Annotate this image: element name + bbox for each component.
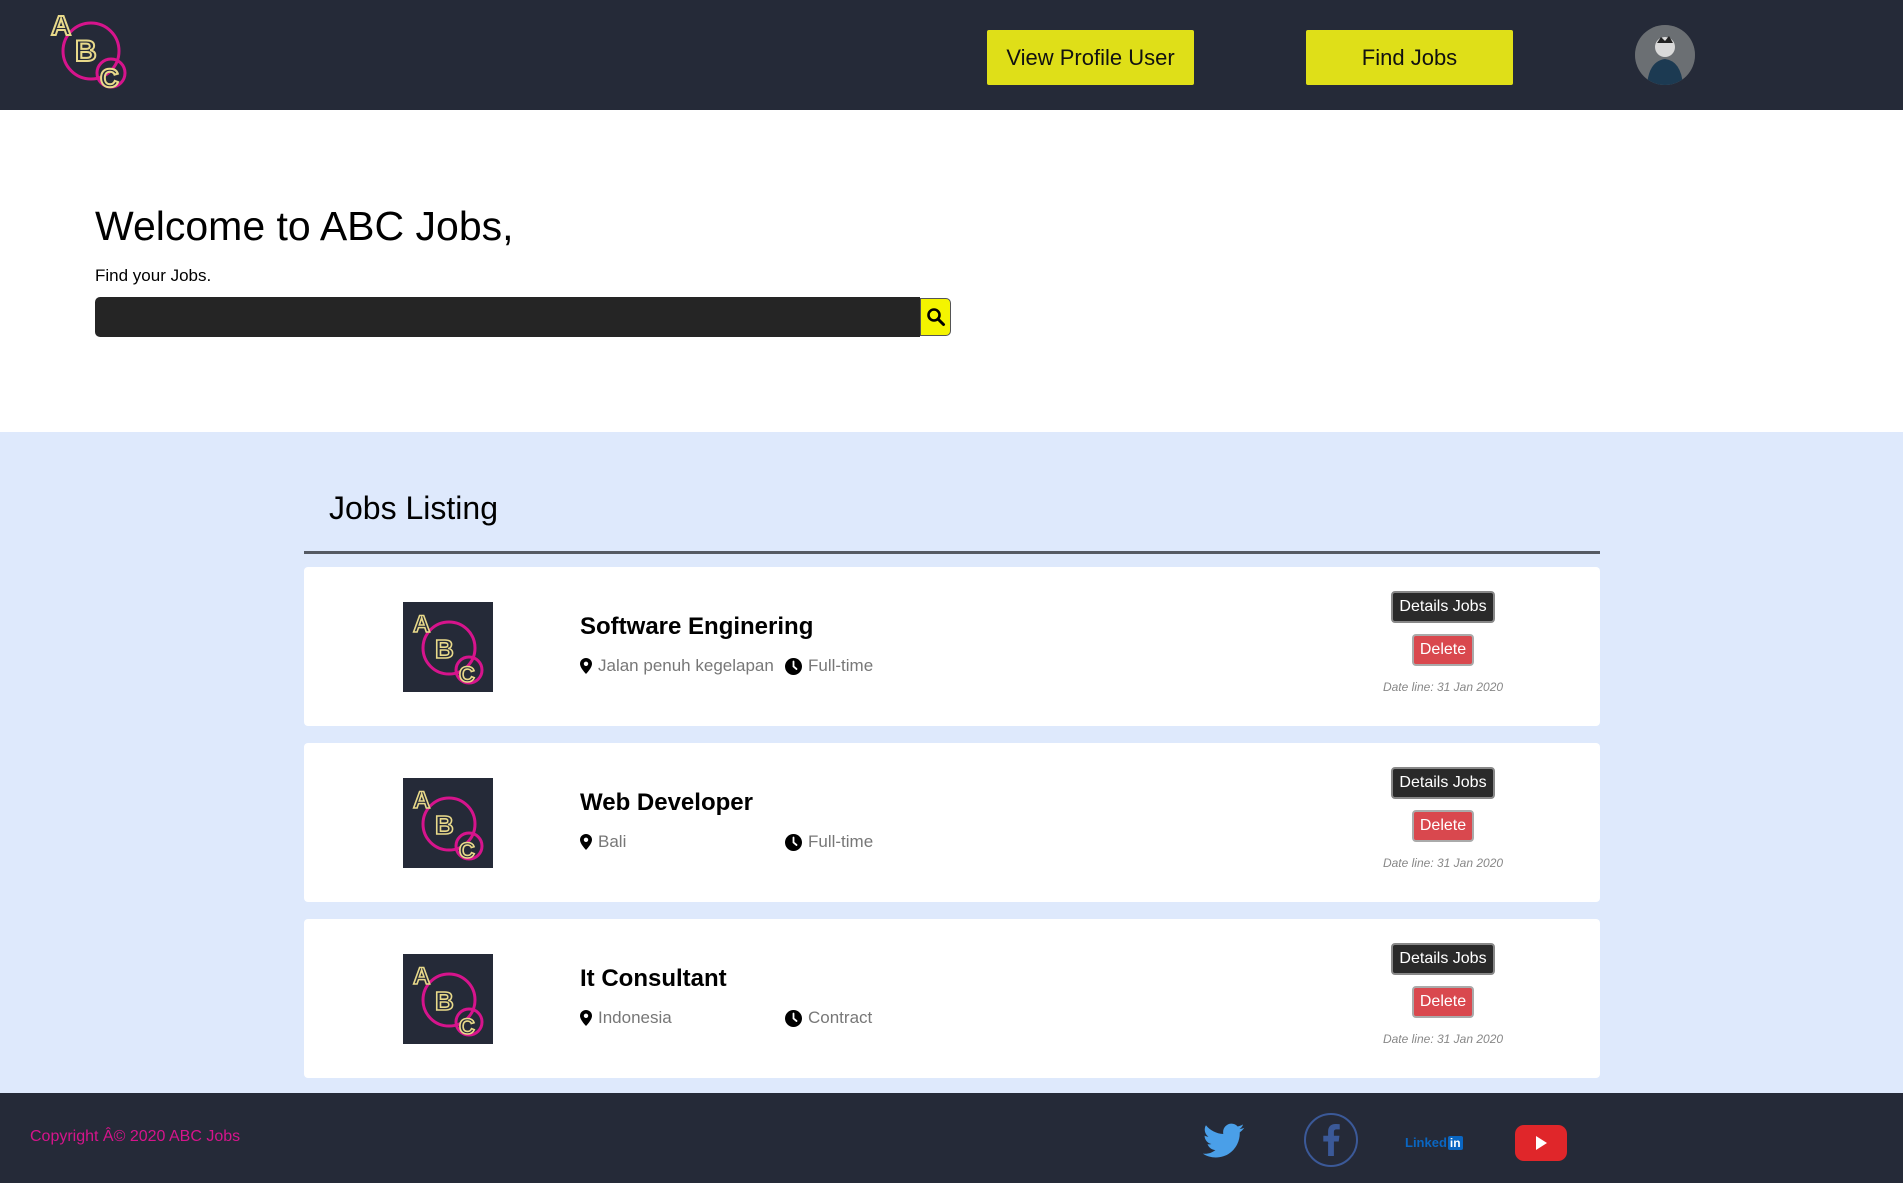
logo-letter-c: C (100, 63, 119, 93)
copyright-text: Copyright Â© 2020 ABC Jobs (30, 1128, 241, 1145)
listing-divider (304, 551, 1600, 554)
delete-job-button[interactable]: Delete (1412, 634, 1474, 666)
top-navbar: A B C View Profile User Find Jobs (0, 0, 1903, 110)
job-type-text: Full-time (808, 656, 874, 675)
facebook-link[interactable] (1304, 1113, 1358, 1167)
map-pin-icon (580, 834, 592, 850)
job-location-text: Indonesia (598, 1008, 672, 1027)
clock-icon (785, 657, 802, 675)
job-card: A B C Web Developer Bali Full-time Detai… (304, 743, 1600, 902)
job-search-input[interactable] (95, 297, 920, 337)
logo-letter-a: A (51, 10, 71, 41)
job-location: Jalan penuh kegelapan (580, 656, 774, 676)
facebook-icon (1323, 1124, 1340, 1156)
logo-letter-a: A (413, 963, 430, 990)
job-location-text: Bali (598, 832, 627, 851)
logo-letter-b: B (75, 35, 97, 68)
linkedin-link[interactable]: Linked in (1405, 1135, 1463, 1150)
job-type-text: Contract (808, 1008, 873, 1027)
clock-icon (785, 1009, 802, 1027)
search-button[interactable] (920, 298, 951, 336)
logo-letter-b: B (435, 986, 454, 1016)
logo-letter-b: B (435, 634, 454, 664)
hero-title: Welcome to ABC Jobs, (95, 203, 514, 249)
job-card: A B C It Consultant Indonesia Contract D… (304, 919, 1600, 1078)
job-type: Full-time (785, 832, 873, 852)
job-deadline: Date line: 31 Jan 2020 (1382, 680, 1504, 694)
logo-letter-c: C (459, 662, 475, 687)
job-title[interactable]: Web Developer (580, 789, 753, 817)
user-avatar[interactable] (1635, 25, 1695, 85)
youtube-link[interactable] (1515, 1125, 1567, 1161)
job-type-text: Full-time (808, 832, 874, 851)
clock-icon (785, 833, 802, 851)
job-company-logo: A B C (403, 778, 493, 868)
user-avatar-icon (1635, 25, 1695, 85)
job-title[interactable]: Software Enginering (580, 613, 813, 641)
job-card: A B C Software Enginering Jalan penuh ke… (304, 567, 1600, 726)
details-jobs-button[interactable]: Details Jobs (1391, 767, 1495, 799)
map-pin-icon (580, 658, 592, 674)
view-profile-button[interactable]: View Profile User (987, 30, 1194, 85)
youtube-icon (1536, 1136, 1547, 1150)
job-deadline: Date line: 31 Jan 2020 (1382, 1032, 1504, 1046)
listing-title: Jobs Listing (329, 490, 498, 526)
linkedin-icon: in (1447, 1135, 1463, 1150)
delete-job-button[interactable]: Delete (1412, 986, 1474, 1018)
job-type: Full-time (785, 656, 873, 676)
details-jobs-button[interactable]: Details Jobs (1391, 591, 1495, 623)
logo-letter-a: A (413, 787, 430, 814)
twitter-link[interactable] (1202, 1121, 1246, 1161)
search-icon (926, 308, 945, 326)
linkedin-text: Linked (1405, 1135, 1447, 1150)
hero-subtitle: Find your Jobs. (95, 266, 212, 285)
find-jobs-button[interactable]: Find Jobs (1306, 30, 1513, 85)
abc-logo[interactable]: A B C (45, 5, 135, 95)
logo-letter-a: A (413, 611, 430, 638)
job-type: Contract (785, 1008, 872, 1028)
job-location-text: Jalan penuh kegelapan (598, 656, 774, 675)
site-footer: Copyright Â© 2020 ABC Jobs Linked in (0, 1093, 1903, 1183)
logo-letter-c: C (459, 838, 475, 863)
job-location: Bali (580, 832, 626, 852)
job-company-logo: A B C (403, 602, 493, 692)
job-title[interactable]: It Consultant (580, 965, 727, 993)
job-location: Indonesia (580, 1008, 672, 1028)
details-jobs-button[interactable]: Details Jobs (1391, 943, 1495, 975)
job-deadline: Date line: 31 Jan 2020 (1382, 856, 1504, 870)
logo-letter-b: B (435, 810, 454, 840)
logo-letter-c: C (459, 1014, 475, 1039)
jobs-listing-section: Jobs Listing A B C Software Enginering J… (0, 432, 1903, 1093)
twitter-icon (1203, 1123, 1245, 1158)
job-company-logo: A B C (403, 954, 493, 1044)
map-pin-icon (580, 1010, 592, 1026)
delete-job-button[interactable]: Delete (1412, 810, 1474, 842)
